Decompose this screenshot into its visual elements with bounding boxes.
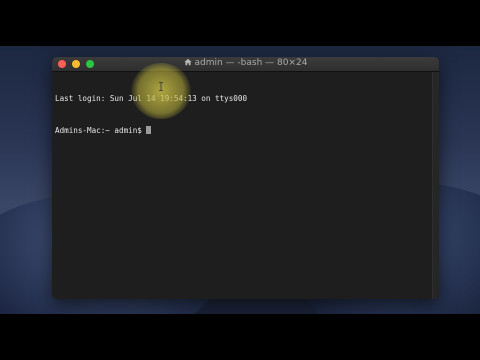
terminal-line-login: Last login: Sun Jul 14 19:54:13 on ttys0… [55,94,248,103]
window-title: admin — -bash — 80×24 [194,58,308,68]
terminal-window[interactable]: admin — -bash — 80×24 Last login: Sun Ju… [52,57,439,299]
window-title-wrap: admin — -bash — 80×24 [52,58,439,68]
terminal-line-prompt: Admins-Mac:~ admin$ [55,125,430,137]
terminal-output[interactable]: Last login: Sun Jul 14 19:54:13 on ttys0… [52,72,433,299]
text-cursor [146,125,152,134]
terminal-prompt: Admins-Mac:~ admin$ [55,125,147,135]
home-icon [183,58,192,66]
window-titlebar[interactable]: admin — -bash — 80×24 [52,57,439,72]
ibeam-cursor-icon [159,82,163,91]
terminal-scrollbar[interactable] [432,72,439,299]
video-frame: admin — -bash — 80×24 Last login: Sun Ju… [0,0,480,360]
